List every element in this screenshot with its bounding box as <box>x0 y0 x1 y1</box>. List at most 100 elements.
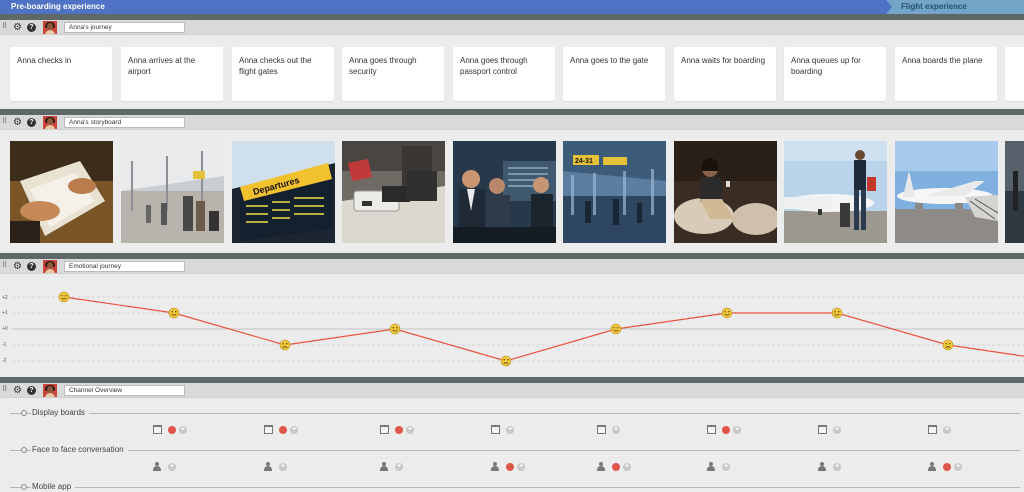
step-card[interactable]: Anna goes to the gate <box>563 47 665 101</box>
channel-active-dot[interactable] <box>506 463 514 471</box>
calendar-icon[interactable] <box>264 425 273 434</box>
happy-face-icon[interactable] <box>721 307 733 319</box>
add-circle-icon[interactable]: + <box>722 463 730 471</box>
sad-face-icon[interactable] <box>279 339 291 351</box>
add-circle-icon[interactable]: + <box>833 463 841 471</box>
gear-icon[interactable]: ⚙ <box>13 22 22 33</box>
gear-icon[interactable]: ⚙ <box>13 261 22 272</box>
step-card[interactable]: Anna checks out the flight gates <box>232 47 334 101</box>
drag-handle-icon[interactable]: ⠿ <box>2 262 7 270</box>
happy-face-icon[interactable] <box>58 291 70 303</box>
persona-avatar[interactable] <box>43 260 57 273</box>
journey-lane-header: ⠿ ⚙ ? Anna's journey <box>0 20 1024 35</box>
channel-active-dot[interactable] <box>395 426 403 434</box>
person-icon[interactable] <box>597 462 607 472</box>
persona-avatar[interactable] <box>43 384 57 397</box>
channel-active-dot[interactable] <box>612 463 620 471</box>
journey-map-canvas: Pre-boarding experience Flight experienc… <box>0 0 1024 492</box>
help-icon[interactable]: ? <box>27 23 36 32</box>
step-card[interactable]: Anna arrives at the airport <box>121 47 223 101</box>
channel-toggle-icon[interactable] <box>21 447 27 453</box>
drag-handle-icon[interactable]: ⠿ <box>2 118 7 126</box>
storyboard-image[interactable] <box>674 141 777 243</box>
add-circle-icon[interactable]: + <box>943 426 951 434</box>
channel-toggle-icon[interactable] <box>21 410 27 416</box>
person-icon[interactable] <box>707 462 717 472</box>
storyboard-image[interactable]: Departures <box>232 141 335 243</box>
channel-active-dot[interactable] <box>722 426 730 434</box>
calendar-icon[interactable] <box>380 425 389 434</box>
storyboard-image[interactable]: 24-31 <box>563 141 666 243</box>
channel-active-dot[interactable] <box>943 463 951 471</box>
storyboard-image[interactable] <box>895 141 998 243</box>
person-icon[interactable] <box>264 462 274 472</box>
channel-row-header: Face to face conversation <box>0 444 1024 456</box>
stage-bar: Pre-boarding experience Flight experienc… <box>0 0 1024 14</box>
add-circle-icon[interactable]: + <box>279 463 287 471</box>
person-icon[interactable] <box>491 462 501 472</box>
add-circle-icon[interactable]: + <box>506 426 514 434</box>
add-circle-icon[interactable]: + <box>833 426 841 434</box>
add-circle-icon[interactable]: + <box>733 426 741 434</box>
calendar-icon[interactable] <box>928 425 937 434</box>
step-card[interactable] <box>1005 47 1024 101</box>
storyboard-image[interactable] <box>121 141 224 243</box>
help-icon[interactable]: ? <box>27 386 36 395</box>
lane-title-input[interactable]: Anna's storyboard <box>64 117 185 128</box>
drag-handle-icon[interactable]: ⠿ <box>2 386 7 394</box>
channel-divider-line <box>10 487 1020 488</box>
storyboard-image[interactable] <box>784 141 887 243</box>
lane-title-input[interactable]: Anna's journey <box>64 22 185 33</box>
happy-face-icon[interactable] <box>610 323 622 335</box>
lane-title-input[interactable]: Channel Overview <box>64 385 185 396</box>
add-circle-icon[interactable]: + <box>623 463 631 471</box>
step-card[interactable]: Anna queues up for boarding <box>784 47 886 101</box>
calendar-icon[interactable] <box>491 425 500 434</box>
person-icon[interactable] <box>818 462 828 472</box>
storyboard-image[interactable] <box>10 141 113 243</box>
sad-face-icon[interactable] <box>500 355 512 367</box>
channel-toggle-icon[interactable] <box>21 484 27 490</box>
add-circle-icon[interactable]: + <box>168 463 176 471</box>
help-icon[interactable]: ? <box>27 262 36 271</box>
add-circle-icon[interactable]: + <box>612 426 620 434</box>
channel-cell: + <box>153 424 193 436</box>
person-icon[interactable] <box>380 462 390 472</box>
step-card[interactable]: Anna goes through security <box>342 47 444 101</box>
add-circle-icon[interactable]: + <box>179 426 187 434</box>
channel-active-dot[interactable] <box>279 426 287 434</box>
add-circle-icon[interactable]: + <box>517 463 525 471</box>
calendar-icon[interactable] <box>597 425 606 434</box>
step-card[interactable]: Anna waits for boarding <box>674 47 776 101</box>
sad-face-icon[interactable] <box>942 339 954 351</box>
persona-avatar[interactable] <box>43 21 57 34</box>
stage-flight[interactable]: Flight experience <box>886 0 1024 14</box>
journey-steps-row: Anna checks in Anna arrives at the airpo… <box>0 47 1024 101</box>
gear-icon[interactable]: ⚙ <box>13 385 22 396</box>
step-card[interactable]: Anna goes through passport control <box>453 47 555 101</box>
add-circle-icon[interactable]: + <box>290 426 298 434</box>
person-icon[interactable] <box>153 462 163 472</box>
add-circle-icon[interactable]: + <box>406 426 414 434</box>
lane-title-input[interactable]: Emotional journey <box>64 261 185 272</box>
happy-face-icon[interactable] <box>831 307 843 319</box>
person-icon[interactable] <box>928 462 938 472</box>
calendar-icon[interactable] <box>818 425 827 434</box>
storyboard-image[interactable] <box>342 141 445 243</box>
help-icon[interactable]: ? <box>27 118 36 127</box>
happy-face-icon[interactable] <box>168 307 180 319</box>
persona-avatar[interactable] <box>43 116 57 129</box>
drag-handle-icon[interactable]: ⠿ <box>2 23 7 31</box>
step-card[interactable]: Anna boards the plane <box>895 47 997 101</box>
calendar-icon[interactable] <box>153 425 162 434</box>
storyboard-image[interactable] <box>453 141 556 243</box>
happy-face-icon[interactable] <box>389 323 401 335</box>
calendar-icon[interactable] <box>707 425 716 434</box>
gear-icon[interactable]: ⚙ <box>13 117 22 128</box>
step-card[interactable]: Anna checks in <box>10 47 112 101</box>
add-circle-icon[interactable]: + <box>395 463 403 471</box>
channel-active-dot[interactable] <box>168 426 176 434</box>
storyboard-image[interactable] <box>1005 141 1024 243</box>
add-circle-icon[interactable]: + <box>954 463 962 471</box>
stage-pre-boarding[interactable]: Pre-boarding experience <box>0 0 892 14</box>
